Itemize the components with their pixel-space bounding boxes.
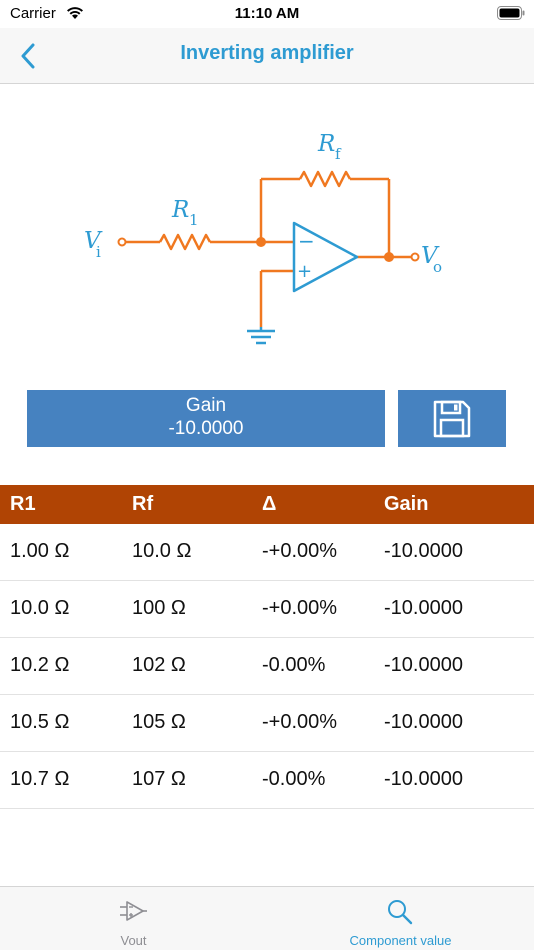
cell-rf: 100 Ω [132, 597, 186, 619]
column-header-rf: Rf [132, 493, 154, 515]
cell-rf: 102 Ω [132, 654, 186, 676]
page-title: Inverting amplifier [180, 42, 354, 64]
cell-gain: -10.0000 [384, 597, 463, 619]
table-header: R1 Rf Δ Gain [0, 485, 534, 524]
tab-component-value[interactable]: Component value [267, 887, 534, 950]
gain-display[interactable]: Gain -10.0000 [27, 390, 385, 447]
tab-vout-label: Vout [120, 933, 147, 948]
gain-value: -10.0000 [168, 418, 244, 439]
cell-r1: 10.7 Ω [10, 768, 70, 790]
navigation-bar: Inverting amplifier [0, 28, 534, 84]
op-amp-minus: − [298, 229, 315, 253]
vo-subscript: o [433, 258, 442, 276]
cell-r1: 1.00 Ω [10, 540, 70, 562]
column-header-r1: R1 [10, 493, 36, 515]
cell-rf: 105 Ω [132, 711, 186, 733]
op-amp-plus: + [297, 261, 312, 282]
save-button[interactable] [398, 390, 506, 447]
table-row[interactable]: 10.7 Ω 107 Ω -0.00% -10.0000 [0, 752, 534, 809]
table-row[interactable]: 1.00 Ω 10.0 Ω -+0.00% -10.0000 [0, 524, 534, 581]
cell-delta: -0.00% [262, 768, 326, 790]
status-bar: Carrier 11:10 AM [0, 0, 534, 28]
cell-r1: 10.2 Ω [10, 654, 70, 676]
r1-label: R [171, 197, 189, 223]
cell-gain: -10.0000 [384, 711, 463, 733]
table-row[interactable]: 10.5 Ω 105 Ω -+0.00% -10.0000 [0, 695, 534, 752]
tab-bar: Vout Component value [0, 886, 534, 950]
cell-gain: -10.0000 [384, 768, 463, 790]
battery-icon [497, 6, 525, 20]
r1-subscript: 1 [189, 211, 199, 229]
results-table: R1 Rf Δ Gain 1.00 Ω 10.0 Ω -+0.00% -10.0… [0, 485, 534, 809]
circuit-wires [126, 170, 412, 327]
status-time: 11:10 AM [234, 5, 300, 22]
junction-node-input [256, 237, 266, 247]
op-amp-icon [120, 901, 147, 921]
cell-rf: 107 Ω [132, 768, 186, 790]
cell-gain: -10.0000 [384, 540, 463, 562]
cell-delta: -0.00% [262, 654, 326, 676]
cell-r1: 10.0 Ω [10, 597, 70, 619]
rf-subscript: f [335, 145, 342, 163]
vi-terminal [117, 237, 127, 247]
cell-gain: -10.0000 [384, 654, 463, 676]
gain-label: Gain [185, 395, 227, 416]
search-icon [388, 900, 413, 925]
inverting-amplifier-circuit: − + V i R 1 R f V o [84, 131, 442, 345]
vi-subscript: i [96, 243, 101, 261]
tab-vout[interactable]: Vout [0, 887, 267, 950]
cell-rf: 10.0 Ω [132, 540, 192, 562]
rf-label: R [317, 131, 335, 157]
cell-delta: -+0.00% [262, 711, 338, 733]
column-header-delta: Δ [262, 493, 277, 515]
table-row[interactable]: 10.0 Ω 100 Ω -+0.00% -10.0000 [0, 581, 534, 638]
column-header-gain: Gain [384, 493, 429, 515]
cell-delta: -+0.00% [262, 540, 338, 562]
table-row[interactable]: 10.2 Ω 102 Ω -0.00% -10.0000 [0, 638, 534, 695]
cell-delta: -+0.00% [262, 597, 338, 619]
vo-terminal [410, 252, 420, 262]
tab-component-value-label: Component value [349, 933, 452, 948]
ground-symbol [247, 327, 275, 345]
floppy-disk-icon [433, 400, 471, 437]
cell-r1: 10.5 Ω [10, 711, 70, 733]
junction-node-output [384, 252, 394, 262]
